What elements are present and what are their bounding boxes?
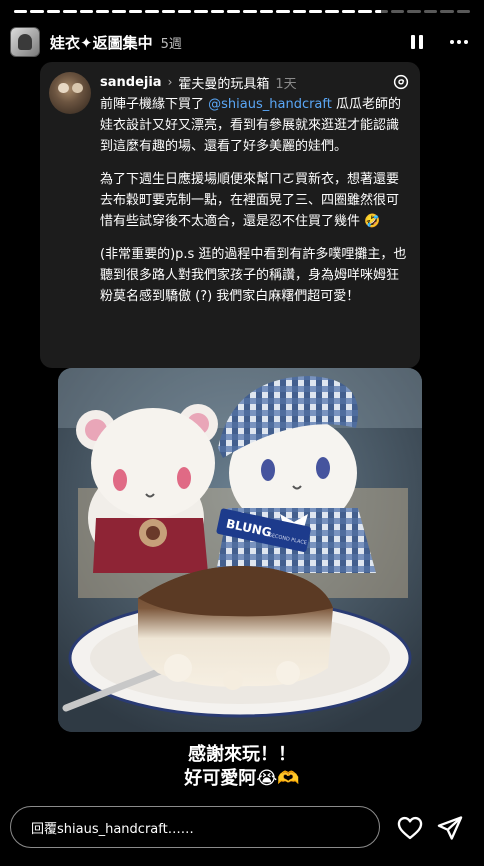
story-progress-segment <box>210 10 225 13</box>
post-time: 1天 <box>275 76 297 92</box>
story-progress-segment <box>112 10 126 13</box>
post-paragraph-1: 前陣子機緣下買了 @shiaus_handcraft 瓜瓜老師的娃衣設計又好又漂… <box>100 94 408 157</box>
threads-post-card[interactable]: sandejia › 霍夫曼的玩具箱 1天 前陣子機緣下買了 @shiaus_h… <box>40 62 420 368</box>
pause-icon[interactable] <box>402 27 432 57</box>
story-progress-segment <box>259 10 274 13</box>
story-progress-segment <box>456 10 470 13</box>
post-body: 前陣子機緣下買了 @shiaus_handcraft 瓜瓜老師的娃衣設計又好又漂… <box>100 94 408 319</box>
story-progress-segment <box>309 10 323 13</box>
story-progress-segment <box>79 10 93 13</box>
post-text: 前陣子機緣下買了 <box>100 97 209 112</box>
send-icon[interactable] <box>436 814 464 842</box>
story-progress-segment <box>128 10 143 13</box>
story-progress-segment <box>341 10 356 13</box>
post-paragraph-3: (非常重要的)p.s 逛的過程中看到有許多噗哩攤主，也聽到很多路人對我們家孩子的… <box>100 247 407 304</box>
post-topic: 霍夫曼的玩具箱 <box>178 76 270 92</box>
reply-input[interactable]: 回覆shiaus_handcraft…… <box>10 806 380 848</box>
story-progress-segment <box>390 10 405 13</box>
mention-link[interactable]: @shiaus_handcraft <box>208 97 332 112</box>
chevron-right-icon: › <box>167 75 173 89</box>
post-header: sandejia › 霍夫曼的玩具箱 1天 <box>100 72 410 92</box>
story-progress-segment <box>276 10 290 13</box>
story-progress-segment <box>63 10 77 13</box>
story-progress-segment <box>358 10 372 13</box>
story-progress-segment <box>227 10 241 13</box>
poster-username: sandejia <box>100 74 162 90</box>
story-progress-segment <box>374 10 388 13</box>
account-name[interactable]: 娃衣✦返圖集中 <box>50 32 153 53</box>
story-progress-segment <box>14 10 28 13</box>
poster-avatar <box>49 72 91 114</box>
account-avatar[interactable] <box>10 27 40 57</box>
story-progress-segment <box>46 10 61 13</box>
story-progress-segment <box>30 10 44 13</box>
story-progress-segment <box>440 10 454 13</box>
threads-logo-icon <box>393 74 409 90</box>
story-progress-bar <box>14 10 470 13</box>
story-progress-segment <box>161 10 175 13</box>
story-caption-line-1: 感謝來玩！！ <box>188 744 296 765</box>
story-posted-time: 5週 <box>160 36 182 52</box>
reply-placeholder: 回覆shiaus_handcraft…… <box>31 821 194 837</box>
more-options-icon[interactable] <box>444 27 474 57</box>
story-progress-segment <box>325 10 339 13</box>
story-progress-segment <box>145 10 159 13</box>
story-progress-segment <box>243 10 257 13</box>
story-caption-line-2: 好可愛阿😭🫶 <box>184 768 300 789</box>
story-progress-segment <box>177 10 192 13</box>
heart-icon[interactable] <box>396 814 424 842</box>
story-progress-segment <box>423 10 438 13</box>
story-progress-segment <box>194 10 208 13</box>
story-photo: BLUNG SECOND PLACE <box>58 368 422 732</box>
story-progress-segment <box>95 10 110 13</box>
post-paragraph-2: 為了下週生日應援場順便來幫ㄇㄛ買新衣，想著還要去布穀町要克制一點，在裡面晃了三、… <box>100 172 400 229</box>
story-progress-segment <box>407 10 421 13</box>
story-progress-segment <box>292 10 307 13</box>
plush-cake-photo-illustration: BLUNG SECOND PLACE <box>58 368 422 732</box>
story-header: 娃衣✦返圖集中 5週 <box>10 26 474 58</box>
